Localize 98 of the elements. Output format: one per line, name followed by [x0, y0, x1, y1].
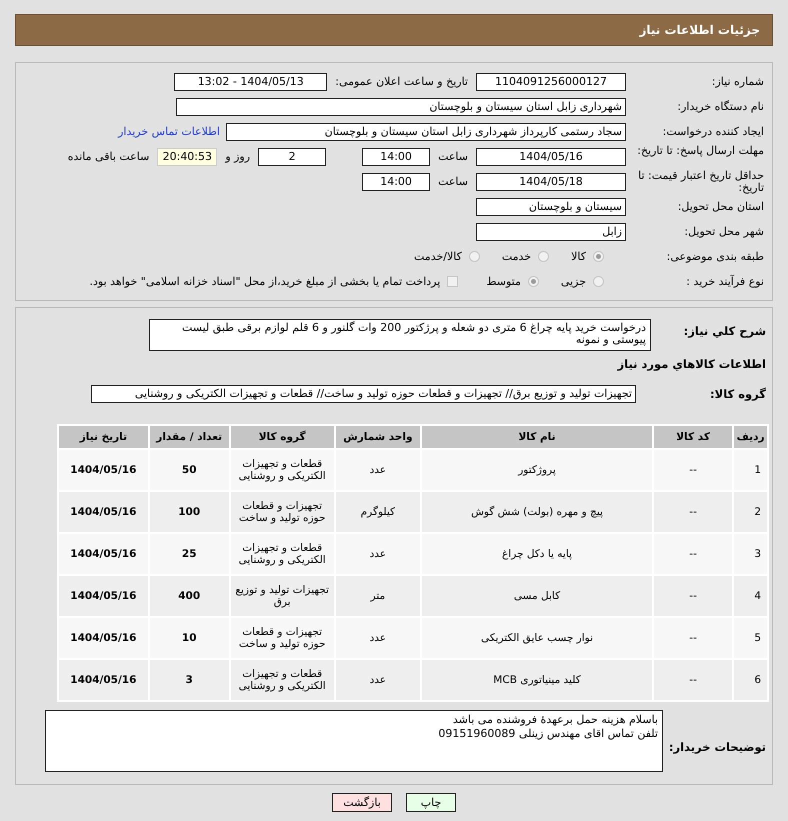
table-cell: 5: [734, 618, 767, 658]
date-field: 1404/05/18: [476, 172, 626, 190]
table-cell: 1404/05/16: [59, 576, 148, 616]
checkbox[interactable]: [447, 276, 458, 287]
field-label: استان محل تحویل:: [676, 200, 765, 212]
field-label: حداقل تاریخ اعتبار قیمت: تا تاریخ:: [637, 170, 765, 194]
time-field: 14:00: [362, 148, 430, 166]
radio-label: خدمت: [502, 250, 532, 263]
field-label: نوع فرآیند خرید :: [685, 276, 765, 288]
table-cell: قطعات و تجهیزات الکتریکی و روشنایی: [230, 534, 334, 574]
radio-label: کالا/خدمت: [414, 250, 462, 263]
table-cell: 4: [734, 576, 767, 616]
city-field: زابل: [476, 222, 626, 240]
column-header: گروه کالا: [230, 426, 334, 448]
table-cell: --: [654, 618, 732, 658]
time-label: ساعت: [438, 150, 468, 163]
table-cell: 1404/05/16: [59, 534, 148, 574]
back-button[interactable]: بازگشت: [332, 793, 392, 812]
table-cell: عدد: [336, 450, 420, 490]
field-label: شماره نیاز:: [710, 76, 765, 88]
table-cell: 2: [734, 492, 767, 532]
table-cell: --: [654, 576, 732, 616]
table-cell: تجهیزات تولید و توزیع برق: [230, 576, 334, 616]
table-cell: 1404/05/16: [59, 660, 148, 700]
table-cell: نوار چسب عایق الکتریکی: [422, 618, 652, 658]
table-cell: 10: [150, 618, 229, 658]
checkbox-label: پرداخت تمام یا بخشی از مبلغ خرید،از محل "اسناد خزانه اسلامی" خواهد بود.: [90, 275, 440, 288]
table-cell: قطعات و تجهیزات الکتریکی و روشنایی: [230, 450, 334, 490]
remaining-time-field: 20:40:53: [157, 148, 218, 166]
field-label: مهلت ارسال پاسخ: تا تاریخ:: [636, 144, 765, 159]
table-cell: --: [654, 450, 732, 490]
table-cell: 3: [150, 660, 229, 700]
table-cell: تجهیزات و قطعات حوزه تولید و ساخت: [230, 618, 334, 658]
radio-button[interactable]: [593, 276, 604, 287]
radio-button[interactable]: [593, 251, 604, 262]
announce-date-field: 1404/05/13 - 13:02: [174, 72, 328, 90]
column-header: ردیف: [734, 426, 767, 448]
table-cell: 1: [734, 450, 767, 490]
description-field: درخواست خرید پایه چراغ 6 متری دو شعله و پرژکتور 200 وات گلنور و 6 قلم لوازم برقی طبق لیست پیوستی و نمونه: [149, 319, 651, 351]
table-cell: 3: [734, 534, 767, 574]
radio-button[interactable]: [528, 276, 539, 287]
table-cell: عدد: [336, 660, 420, 700]
radio-button[interactable]: [538, 251, 550, 262]
table-cell: قطعات و تجهیزات الکتریکی و روشنایی: [230, 660, 334, 700]
field-label: گروه کالا:: [709, 386, 767, 400]
table-cell: --: [654, 534, 732, 574]
radio-label: جزیی: [560, 275, 586, 288]
province-field: سیستان و بلوچستان: [476, 198, 626, 216]
table-cell: 400: [150, 576, 229, 616]
field-label: توضیحات خریدار:: [668, 740, 767, 754]
goods-group-field: تجهیزات تولید و توزیع برق// تجهیزات و قطعات حوزه تولید و ساخت// قطعات و تجهیزات الکتریکی و روشنایی: [91, 384, 636, 402]
buyer-org-field: شهرداری زابل استان سیستان و بلوچستان: [176, 98, 626, 116]
print-button[interactable]: چاپ: [406, 793, 456, 812]
column-header: کد کالا: [654, 426, 732, 448]
time-field: 14:00: [362, 172, 430, 190]
field-label: نام دستگاه خریدار:: [676, 100, 765, 112]
table-cell: 100: [150, 492, 229, 532]
table-cell: --: [654, 492, 732, 532]
table-cell: 50: [150, 450, 229, 490]
column-header: تاریخ نیاز: [59, 426, 148, 448]
field-label: تاریخ و ساعت اعلان عمومی:: [335, 75, 468, 88]
page-title: جزئیات اطلاعات نیاز: [639, 23, 760, 37]
table-cell: کلید مینیاتوری MCB: [422, 660, 652, 700]
table-cell: عدد: [336, 618, 420, 658]
time-label: ساعت: [438, 175, 468, 188]
column-header: واحد شمارش: [336, 426, 420, 448]
table-cell: 25: [150, 534, 229, 574]
table-cell: متر: [336, 576, 420, 616]
buyer-notes-field: باسلام هزینه حمل برعهدهٔ فروشنده می باشد تلفن تماس اقای مهندس زینلی 09151960089: [45, 710, 663, 772]
table-cell: تجهیزات و قطعات حوزه تولید و ساخت: [230, 492, 334, 532]
table-cell: 1404/05/16: [59, 450, 148, 490]
need-number-field: 1104091256000127: [476, 72, 626, 90]
table-cell: 6: [734, 660, 767, 700]
field-label: شرح کلي نياز:: [682, 324, 767, 338]
section-title: اطلاعات کالاهاي مورد نياز: [616, 357, 767, 371]
table-cell: 1404/05/16: [59, 618, 148, 658]
radio-label: متوسط: [486, 275, 521, 288]
radio-button[interactable]: [468, 251, 480, 262]
days-field: 2: [258, 148, 326, 166]
table-cell: پیچ و مهره (بولت) شش گوش: [422, 492, 652, 532]
table-cell: پایه یا دکل چراغ: [422, 534, 652, 574]
remaining-label: ساعت باقی مانده: [68, 150, 150, 163]
table-cell: --: [654, 660, 732, 700]
table-cell: 1404/05/16: [59, 492, 148, 532]
requester-field: سجاد رستمی کارپرداز شهرداری زابل استان سیستان و بلوچستان: [226, 122, 626, 140]
table-cell: پروژکتور: [422, 450, 652, 490]
column-header: تعداد / مقدار: [150, 426, 229, 448]
contact-link[interactable]: اطلاعات تماس خریدار: [118, 125, 220, 138]
date-field: 1404/05/16: [476, 148, 626, 166]
field-label: ایجاد کننده درخواست:: [662, 126, 765, 138]
field-label: طبقه بندی موضوعی:: [666, 250, 765, 262]
field-label: شهر محل تحویل:: [683, 226, 765, 238]
table-cell: عدد: [336, 534, 420, 574]
table-cell: کابل مسی: [422, 576, 652, 616]
radio-label: کالا: [571, 250, 586, 263]
days-label: روز و: [225, 150, 250, 163]
table-cell: کیلوگرم: [336, 492, 420, 532]
column-header: نام کالا: [422, 426, 652, 448]
